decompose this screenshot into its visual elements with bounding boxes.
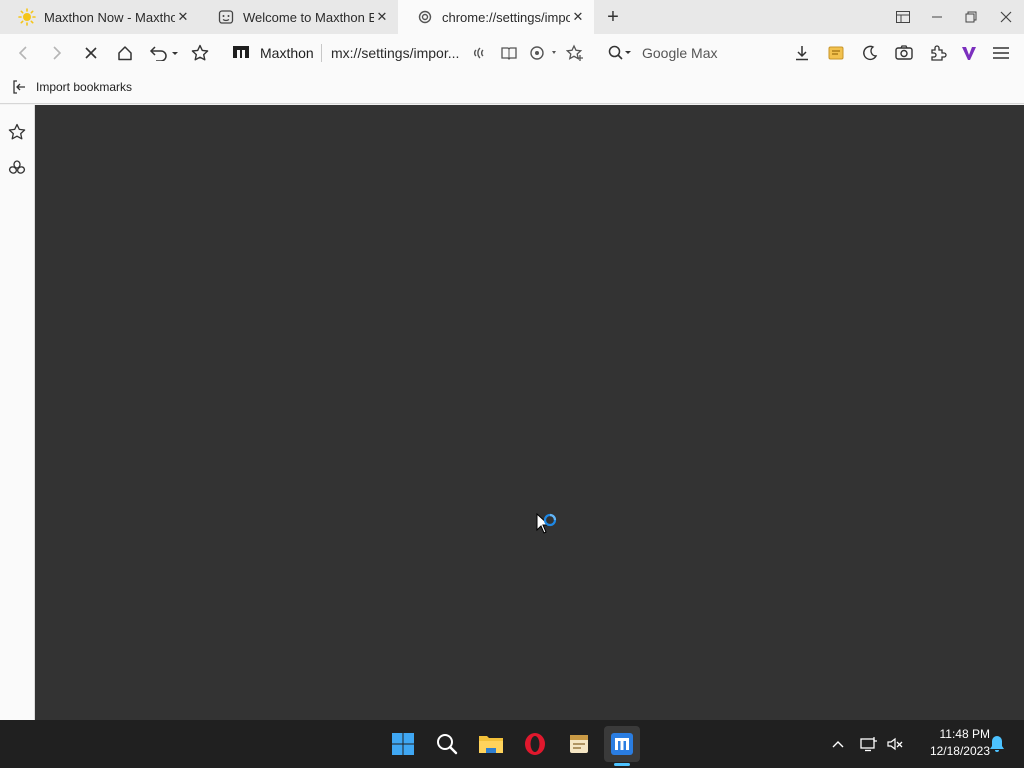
import-icon (12, 80, 26, 94)
search-box[interactable]: Google Max (600, 40, 782, 66)
import-bookmarks-button[interactable]: Import bookmarks (12, 72, 132, 102)
tab-label: Welcome to Maxthon Br (243, 9, 374, 25)
back-icon[interactable] (8, 34, 38, 72)
forward-icon[interactable] (42, 34, 72, 72)
site-identity[interactable]: Maxthon (232, 34, 314, 72)
busy-cursor-icon (536, 512, 562, 537)
tab-close-icon[interactable]: ✕ (570, 9, 586, 25)
restore-icon[interactable] (954, 0, 988, 34)
read-aloud-icon[interactable] (464, 34, 494, 72)
windows-start-icon[interactable] (385, 726, 421, 762)
search-engine-icon[interactable] (608, 45, 634, 61)
address-bar[interactable]: mx://settings/impor... (331, 34, 463, 72)
search-icon[interactable] (429, 726, 465, 762)
undo-close-tab-icon[interactable] (146, 34, 180, 72)
bookmarks-bar: Import bookmarks (0, 72, 1024, 104)
maxthon-icon[interactable] (604, 726, 640, 762)
side-panel (0, 105, 35, 720)
notes-icon[interactable] (821, 34, 851, 72)
system-clock[interactable]: 11:48 PM 12/18/2023 (910, 726, 990, 760)
sun-icon (18, 8, 36, 26)
volume-muted-icon[interactable] (884, 720, 906, 768)
screenshot-icon[interactable] (889, 34, 919, 72)
network-icon[interactable] (858, 720, 880, 768)
notes-app-icon[interactable] (561, 726, 597, 762)
close-icon[interactable] (989, 0, 1023, 34)
clock-time: 11:48 PM (939, 727, 990, 741)
address-divider (321, 44, 322, 62)
tab-settings-import[interactable]: chrome://settings/impor ✕ (398, 0, 594, 34)
reader-mode-icon[interactable] (494, 34, 524, 72)
import-bookmarks-label: Import bookmarks (36, 80, 133, 94)
extensions-icon[interactable] (923, 34, 953, 72)
favorites-star-icon[interactable] (6, 121, 28, 143)
page-content (35, 105, 1024, 720)
opera-icon[interactable] (517, 726, 553, 762)
ad-block-icon[interactable] (524, 34, 558, 72)
notification-bell-icon[interactable] (986, 720, 1008, 768)
tab-close-icon[interactable]: ✕ (374, 9, 390, 25)
menu-icon[interactable] (986, 34, 1016, 72)
new-tab-button[interactable]: + (602, 6, 624, 28)
tab-bar: Maxthon Now - Maxtho ✕ Welcome to Maxtho… (0, 0, 1024, 34)
clock-date: 12/18/2023 (929, 744, 990, 758)
tab-label: Maxthon Now - Maxtho (44, 9, 175, 25)
chevron-up-icon[interactable] (828, 720, 848, 768)
taskbar: 11:48 PM 12/18/2023 (0, 720, 1024, 768)
file-explorer-icon[interactable] (473, 726, 509, 762)
tab-label: chrome://settings/impor (442, 9, 570, 25)
site-brand-label: Maxthon (260, 45, 314, 61)
robot-face-icon (217, 8, 235, 26)
download-icon[interactable] (787, 34, 817, 72)
stop-loading-icon[interactable] (76, 34, 106, 72)
tab-maxthon-now[interactable]: Maxthon Now - Maxtho ✕ (0, 0, 199, 34)
layout-icon[interactable] (886, 0, 920, 34)
favorite-star-icon[interactable] (185, 34, 215, 72)
maxthon-logo-icon (232, 44, 250, 63)
dark-mode-icon[interactable] (855, 34, 885, 72)
tab-welcome[interactable]: Welcome to Maxthon Br ✕ (199, 0, 398, 34)
toolbar: Maxthon mx://settings/impor... Google Ma… (0, 34, 1024, 72)
settings-swirl-icon (416, 8, 434, 26)
active-app-indicator (614, 763, 630, 766)
search-input[interactable]: Google Max (642, 45, 717, 61)
chatgpt-icon[interactable] (6, 157, 28, 179)
add-favorite-icon[interactable] (560, 34, 590, 72)
tab-close-icon[interactable]: ✕ (175, 9, 191, 25)
home-icon[interactable] (110, 34, 140, 72)
minimize-icon[interactable] (920, 0, 954, 34)
maxthon-v-icon[interactable] (954, 34, 984, 72)
